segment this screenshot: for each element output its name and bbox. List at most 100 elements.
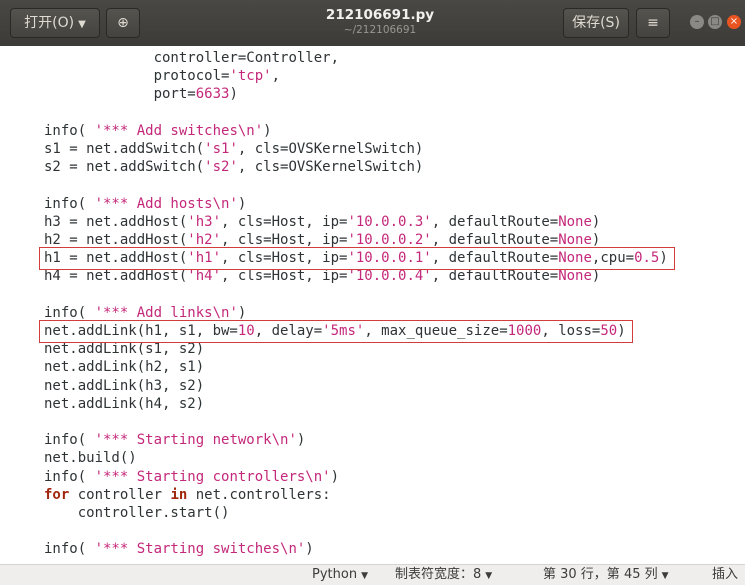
minimize-icon[interactable]: – bbox=[690, 15, 704, 29]
code-line: h2 = net.addHost('h2', cls=Host, ip='10.… bbox=[44, 231, 600, 249]
code-token: '*** Starting switches\n' bbox=[94, 541, 306, 558]
code-token: '10.0.0.1' bbox=[347, 250, 432, 267]
code-token: , max_queue_size= bbox=[364, 323, 508, 339]
header-bar: 打开(O) ▼ ⊕ 212106691.py ~/212106691 保存(S) … bbox=[0, 0, 745, 46]
maximize-icon[interactable]: □ bbox=[708, 15, 722, 29]
code-token: controller bbox=[69, 486, 171, 503]
code-line: s2 = net.addSwitch('s2', cls=OVSKernelSw… bbox=[44, 158, 423, 176]
code-token: info( bbox=[44, 468, 95, 485]
code-line: info( '*** Add switches\n') bbox=[44, 122, 272, 140]
code-token: ) bbox=[296, 432, 306, 449]
code-token: ) bbox=[237, 304, 247, 321]
code-line: net.addLink(h4, s2) bbox=[44, 395, 204, 413]
code-token: 'tcp' bbox=[229, 68, 272, 85]
code-line: net.build() bbox=[44, 449, 137, 467]
tab-width-label: 制表符宽度：8 bbox=[395, 567, 482, 582]
code-token: ) bbox=[591, 232, 601, 248]
code-token: ) bbox=[237, 195, 247, 212]
menu-button[interactable]: ≡ bbox=[636, 8, 670, 38]
code-token: None bbox=[558, 232, 592, 248]
new-tab-button[interactable]: ⊕ bbox=[106, 8, 140, 38]
code-token: info( bbox=[44, 195, 95, 212]
code-token: net.addLink(h1, s1, bw= bbox=[44, 323, 238, 339]
code-token: port= bbox=[153, 86, 196, 103]
code-token: , cls=Host, ip= bbox=[221, 213, 348, 230]
save-button[interactable]: 保存(S) bbox=[563, 8, 629, 38]
cursor-position-label: 第 30 行，第 45 列 bbox=[543, 567, 658, 582]
code-token: , cls=Host, ip= bbox=[221, 268, 348, 285]
code-line: controller.start() bbox=[78, 504, 230, 522]
close-icon[interactable]: × bbox=[727, 15, 741, 29]
code-line: s1 = net.addSwitch('s1', cls=OVSKernelSw… bbox=[44, 140, 423, 158]
code-token: h3 = net.addHost( bbox=[44, 213, 188, 230]
code-line: protocol='tcp', bbox=[154, 67, 280, 85]
code-token: s2 = net.addSwitch( bbox=[44, 159, 205, 176]
code-token: '*** Add hosts\n' bbox=[94, 195, 238, 212]
code-token: 'h1' bbox=[187, 250, 222, 267]
code-token: net.addLink(h2, s1) bbox=[44, 359, 205, 376]
code-token: ) bbox=[263, 122, 272, 139]
chevron-down-icon: ▼ bbox=[78, 19, 86, 30]
code-token: h2 = net.addHost( bbox=[44, 232, 188, 248]
code-token: '*** Add links\n' bbox=[94, 304, 238, 321]
code-line: h4 = net.addHost('h4', cls=Host, ip='10.… bbox=[44, 267, 600, 285]
code-token: ) bbox=[330, 468, 340, 485]
save-button-label: 保存(S) bbox=[572, 15, 620, 31]
language-selector[interactable]: Python ▼ bbox=[312, 565, 368, 586]
dropdown-arrow-icon: ▼ bbox=[361, 571, 368, 581]
open-button-label: 打开(O) bbox=[24, 15, 75, 31]
code-line: info( '*** Starting controllers\n') bbox=[44, 468, 339, 486]
code-token: info( bbox=[44, 541, 95, 558]
code-token: 'h2' bbox=[187, 232, 222, 248]
code-token: , defaultRoute= bbox=[431, 268, 559, 285]
code-token: h4 = net.addHost( bbox=[44, 268, 188, 285]
code-token: net.build() bbox=[44, 450, 137, 467]
open-button[interactable]: 打开(O) ▼ bbox=[10, 8, 100, 38]
tab-width-selector[interactable]: 制表符宽度：8 ▼ bbox=[395, 565, 492, 586]
code-line: port=6633) bbox=[154, 85, 238, 103]
code-token: net.controllers: bbox=[187, 486, 331, 503]
code-line: info( '*** Starting switches\n') bbox=[44, 540, 314, 558]
code-editor[interactable]: controller=Controller, protocol='tcp', por… bbox=[0, 46, 745, 564]
code-token: '5ms' bbox=[322, 323, 365, 339]
code-token: info( bbox=[44, 122, 95, 139]
code-token: ) bbox=[591, 268, 601, 285]
code-line: controller=Controller, bbox=[154, 49, 339, 67]
code-token: 50 bbox=[600, 323, 618, 339]
code-token: ) bbox=[591, 213, 601, 230]
code-line: h3 = net.addHost('h3', cls=Host, ip='10.… bbox=[44, 213, 600, 231]
code-token: , cls=OVSKernelSwitch) bbox=[237, 159, 424, 176]
code-token: net.addLink(h4, s2) bbox=[44, 395, 205, 412]
code-line: info( '*** Add links\n') bbox=[44, 304, 246, 322]
code-token: ) bbox=[617, 323, 626, 339]
code-token: None bbox=[558, 213, 592, 230]
code-token: , defaultRoute= bbox=[431, 232, 559, 248]
code-token: net.addLink(s1, s2) bbox=[44, 341, 205, 358]
code-line: net.addLink(h3, s2) bbox=[44, 377, 204, 395]
code-token: ) bbox=[229, 86, 238, 103]
insert-mode-indicator: 插入 bbox=[712, 567, 739, 582]
code-token: , bbox=[271, 68, 281, 85]
code-token: info( bbox=[44, 304, 95, 321]
code-line: info( '*** Add hosts\n') bbox=[44, 195, 246, 213]
code-token: 'h3' bbox=[187, 213, 222, 230]
code-line: for controller in net.controllers: bbox=[44, 486, 331, 504]
code-token: 6633 bbox=[195, 86, 230, 103]
new-document-icon: ⊕ bbox=[117, 15, 129, 31]
code-token: 's2' bbox=[204, 159, 238, 176]
code-line: net.addLink(h1, s1, bw=10, delay='5ms', … bbox=[44, 322, 626, 340]
code-token: protocol= bbox=[153, 68, 230, 85]
window-title-area: 212106691.py ~/212106691 bbox=[230, 7, 530, 36]
code-token: , defaultRoute= bbox=[431, 213, 559, 230]
code-token: '10.0.0.3' bbox=[347, 213, 432, 230]
cursor-position[interactable]: 第 30 行，第 45 列 ▼ bbox=[543, 565, 669, 586]
code-token: '*** Add switches\n' bbox=[94, 122, 264, 139]
code-token: , cls=Host, ip= bbox=[221, 250, 348, 267]
code-token: '10.0.0.2' bbox=[347, 232, 432, 248]
code-token: in bbox=[170, 486, 188, 503]
code-token: '*** Starting network\n' bbox=[94, 432, 297, 449]
code-token: None bbox=[558, 250, 592, 267]
dropdown-arrow-icon: ▼ bbox=[661, 571, 669, 581]
code-token: , delay= bbox=[254, 323, 323, 339]
code-token: 's1' bbox=[204, 141, 238, 157]
